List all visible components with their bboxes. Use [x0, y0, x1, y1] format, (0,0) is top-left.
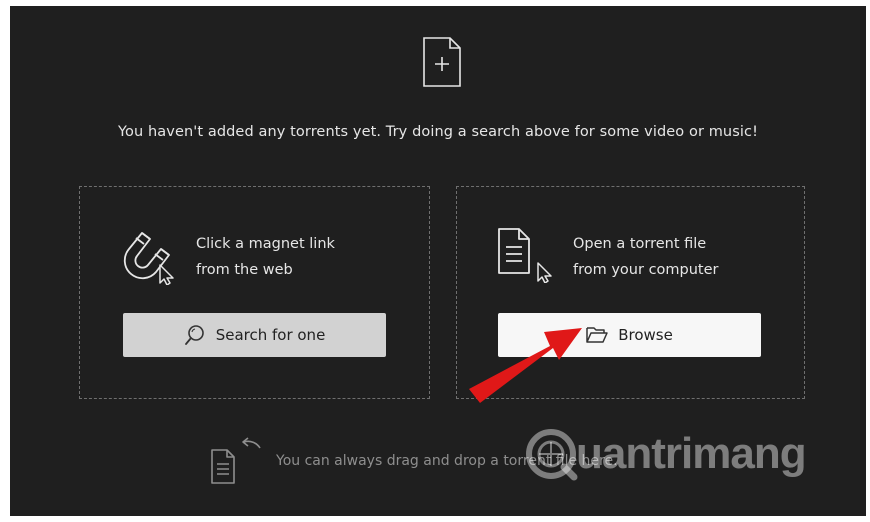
search-button-label: Search for one [215, 326, 326, 344]
cursor-icon [159, 264, 174, 285]
file-card-line-2: from your computer [573, 262, 719, 278]
search-for-one-button[interactable]: Search for one [123, 313, 386, 357]
magnet-card-text: Click a magnet link from the web [196, 231, 416, 283]
file-card-line-1: Open a torrent file [573, 236, 707, 252]
torrent-panel: You haven't added any torrents yet. Try … [10, 6, 866, 516]
magnet-card-line-2: from the web [196, 262, 293, 278]
drag-drop-hint: You can always drag and drop a torrent f… [206, 436, 618, 486]
browse-button[interactable]: Browse [498, 313, 761, 357]
drag-drop-text: You can always drag and drop a torrent f… [276, 453, 618, 469]
browse-button-label: Browse [618, 326, 673, 344]
magnet-link-card: Click a magnet link from the web Search … [79, 186, 430, 399]
document-icon [498, 228, 552, 283]
torrent-file-card: Open a torrent file from your computer B… [456, 186, 805, 399]
file-card-text: Open a torrent file from your computer [573, 231, 793, 283]
magnet-card-line-1: Click a magnet link [196, 236, 335, 252]
search-icon [184, 325, 204, 345]
drag-file-icon [211, 437, 261, 484]
folder-open-icon [586, 327, 608, 343]
empty-state-message: You haven't added any torrents yet. Try … [117, 124, 758, 140]
new-file-icon [423, 37, 461, 87]
cursor-icon [537, 262, 552, 283]
magnet-icon [123, 232, 174, 285]
